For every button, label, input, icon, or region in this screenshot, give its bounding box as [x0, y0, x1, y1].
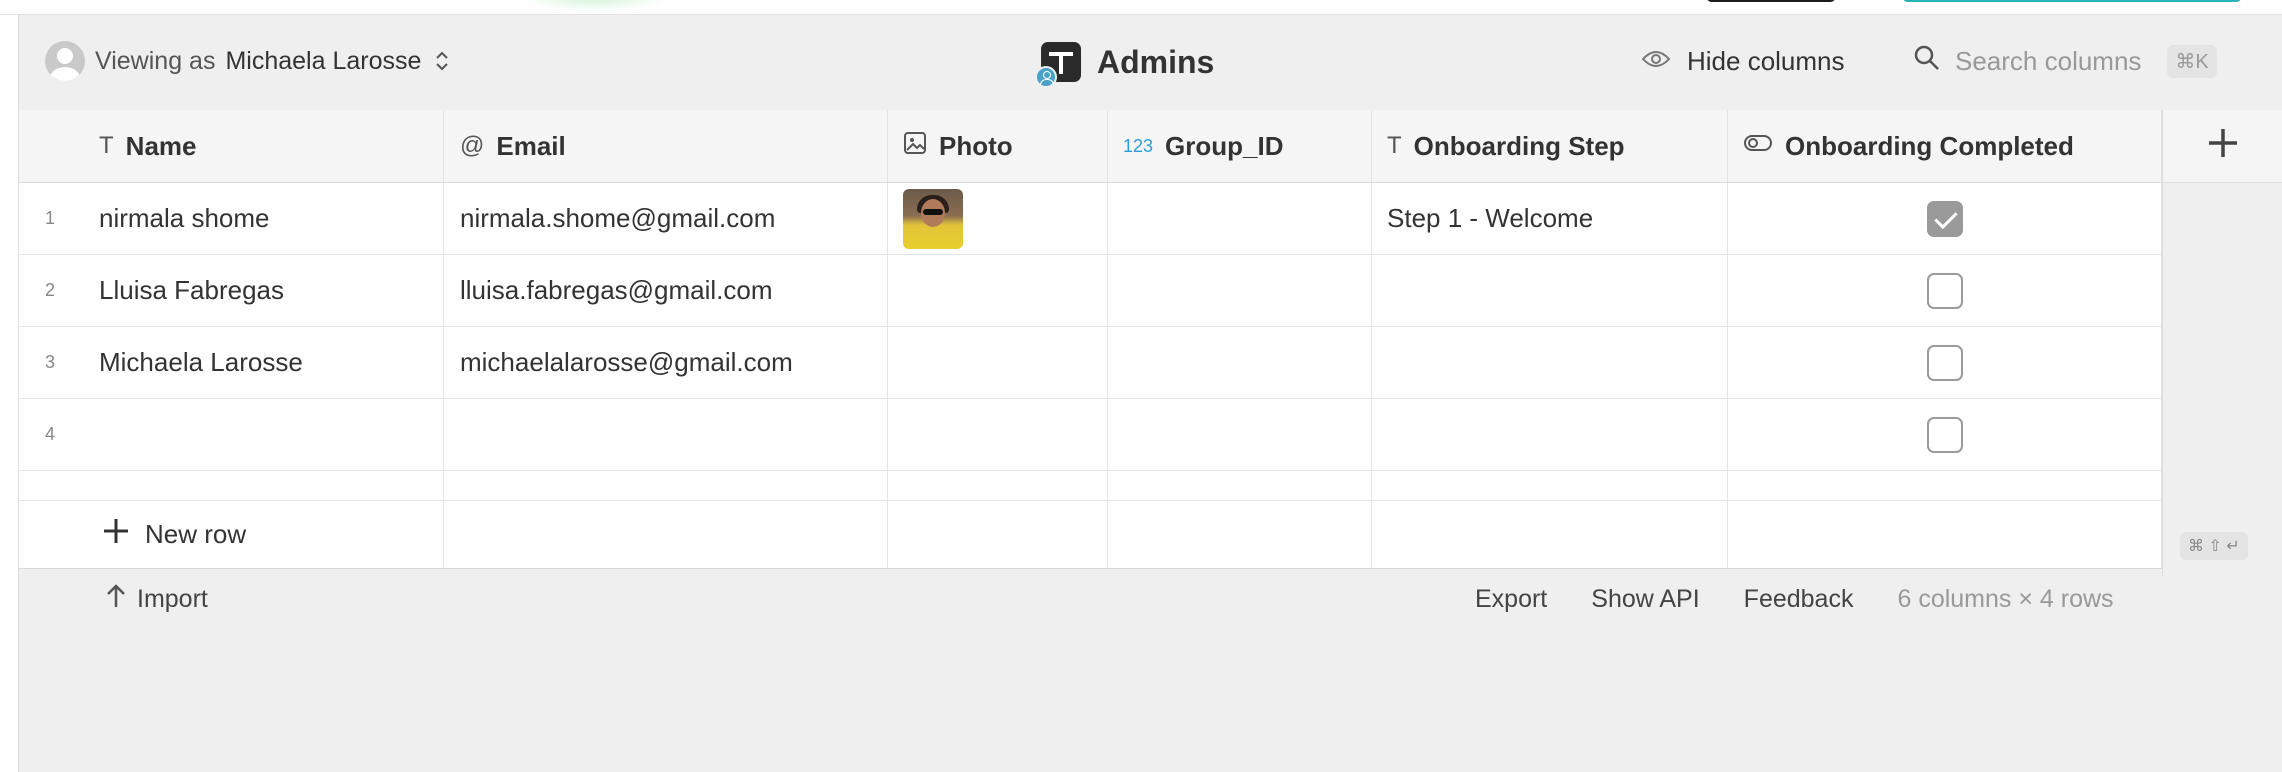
hide-columns-label: Hide columns — [1687, 45, 1845, 76]
table-size-count: 6 columns × 4 rows — [1897, 584, 2114, 613]
column-header-row: T Name @ Email Photo 123 Group_ID T Onbo… — [19, 110, 2162, 183]
email-cell[interactable]: michaelalarosse@gmail.com — [444, 327, 888, 398]
export-button[interactable]: Export — [1475, 585, 1547, 614]
new-row-cell[interactable]: New row — [19, 501, 444, 568]
text-type-icon: T — [1387, 132, 1402, 159]
column-label: Group_ID — [1165, 130, 1284, 161]
right-gutter — [2162, 183, 2282, 576]
new-row-bar: New row — [19, 501, 2162, 569]
table-row[interactable]: 3 Michaela Larosse michaelalarosse@gmail… — [19, 327, 2162, 399]
onboarding-step-cell[interactable] — [1372, 255, 1728, 326]
onboarding-step-cell[interactable]: Step 1 - Welcome — [1372, 183, 1728, 254]
email-cell[interactable]: nirmala.shome@gmail.com — [444, 183, 888, 254]
text-type-icon: T — [99, 132, 114, 159]
show-api-button[interactable]: Show API — [1591, 585, 1699, 614]
viewing-as-user: Michaela Larosse — [225, 46, 422, 75]
viewing-as-prefix: Viewing as — [95, 46, 216, 75]
search-columns-field[interactable]: Search columns ⌘K — [1913, 39, 2217, 83]
onboarding-completed-cell[interactable] — [1728, 183, 2162, 254]
number-type-icon: 123 — [1123, 135, 1154, 156]
table-footer: Import Export Show API Feedback 6 column… — [19, 571, 2282, 627]
eye-icon — [1641, 46, 1671, 77]
table-row[interactable]: 1 nirmala shome nirmala.shome@gmail.com … — [19, 183, 2162, 255]
column-label: Onboarding Completed — [1785, 130, 2074, 161]
arrow-up-icon — [105, 583, 127, 616]
group-id-cell[interactable] — [1108, 183, 1372, 254]
column-header-email[interactable]: @ Email — [444, 110, 888, 182]
import-button[interactable]: Import — [105, 583, 208, 616]
email-cell[interactable] — [444, 399, 888, 470]
image-icon — [903, 131, 927, 162]
table-view-panel: Viewing as Michaela Larosse Admins Hide … — [18, 15, 2282, 772]
decorative-glow — [520, 0, 670, 12]
group-id-cell[interactable] — [1108, 327, 1372, 398]
at-sign-icon: @ — [460, 132, 485, 159]
photo-cell[interactable] — [888, 183, 1108, 254]
table-row[interactable]: 4 — [19, 399, 2162, 471]
top-dark-button[interactable] — [1706, 0, 1836, 2]
top-app-strip — [0, 0, 2282, 15]
search-input[interactable]: Search columns — [1955, 46, 2141, 77]
new-row-label: New row — [145, 519, 247, 549]
table-header-bar: Viewing as Michaela Larosse Admins Hide … — [19, 15, 2282, 110]
onboarding-step-cell[interactable] — [1372, 327, 1728, 398]
toggle-icon — [1743, 132, 1773, 160]
feedback-button[interactable]: Feedback — [1744, 585, 1854, 614]
chevron-updown-icon — [435, 50, 449, 72]
column-header-group-id[interactable]: 123 Group_ID — [1108, 110, 1372, 182]
grid-table: T Name @ Email Photo 123 Group_ID T Onbo… — [19, 110, 2162, 569]
search-shortcut-hint: ⌘K — [2167, 44, 2217, 78]
new-row-button[interactable]: New row — [101, 516, 246, 553]
page-title: Admins — [1097, 43, 1215, 80]
spacer-row — [19, 471, 2162, 501]
column-header-onboarding-completed[interactable]: Onboarding Completed — [1728, 110, 2162, 182]
user-avatar-icon — [45, 41, 85, 81]
photo-cell[interactable] — [888, 327, 1108, 398]
plus-icon — [2206, 121, 2240, 171]
onboarding-completed-cell[interactable] — [1728, 327, 2162, 398]
completed-checkbox[interactable] — [1926, 416, 1963, 453]
group-id-cell[interactable] — [1108, 399, 1372, 470]
add-column-button[interactable] — [2162, 110, 2282, 183]
table-icon — [1035, 42, 1081, 88]
plus-icon — [101, 516, 131, 553]
photo-cell[interactable] — [888, 255, 1108, 326]
column-header-onboarding-step[interactable]: T Onboarding Step — [1372, 110, 1728, 182]
column-label: Name — [125, 130, 197, 161]
name-cell[interactable] — [19, 399, 444, 470]
top-teal-button[interactable] — [1902, 0, 2242, 2]
photo-cell[interactable] — [888, 399, 1108, 470]
column-label: Onboarding Step — [1413, 130, 1625, 161]
viewing-as-selector[interactable]: Viewing as Michaela Larosse — [45, 39, 449, 83]
hide-columns-button[interactable]: Hide columns — [1641, 39, 1845, 83]
import-label: Import — [137, 584, 208, 613]
column-label: Email — [496, 130, 566, 161]
user-badge-icon — [1035, 66, 1057, 88]
onboarding-step-cell[interactable] — [1372, 399, 1728, 470]
name-cell[interactable]: Michaela Larosse — [19, 327, 444, 398]
completed-checkbox[interactable] — [1926, 272, 1963, 309]
name-cell[interactable]: Lluisa Fabregas — [19, 255, 444, 326]
onboarding-completed-cell[interactable] — [1728, 255, 2162, 326]
new-row-shortcut-hint: ⌘ ⇧ ↵ — [2180, 532, 2248, 560]
column-label: Photo — [939, 130, 1013, 161]
column-header-photo[interactable]: Photo — [888, 110, 1108, 182]
group-id-cell[interactable] — [1108, 255, 1372, 326]
name-cell[interactable]: nirmala shome — [19, 183, 444, 254]
onboarding-completed-cell[interactable] — [1728, 399, 2162, 470]
completed-checkbox[interactable] — [1926, 344, 1963, 381]
table-title-group: Admins — [1035, 39, 1215, 88]
footer-actions: Export Show API Feedback 6 columns × 4 r… — [1475, 585, 2114, 614]
photo-thumbnail[interactable] — [903, 188, 963, 249]
email-cell[interactable]: lluisa.fabregas@gmail.com — [444, 255, 888, 326]
search-icon — [1913, 44, 1941, 79]
column-header-name[interactable]: T Name — [19, 110, 444, 182]
table-row[interactable]: 2 Lluisa Fabregas lluisa.fabregas@gmail.… — [19, 255, 2162, 327]
completed-checkbox[interactable] — [1926, 200, 1963, 237]
